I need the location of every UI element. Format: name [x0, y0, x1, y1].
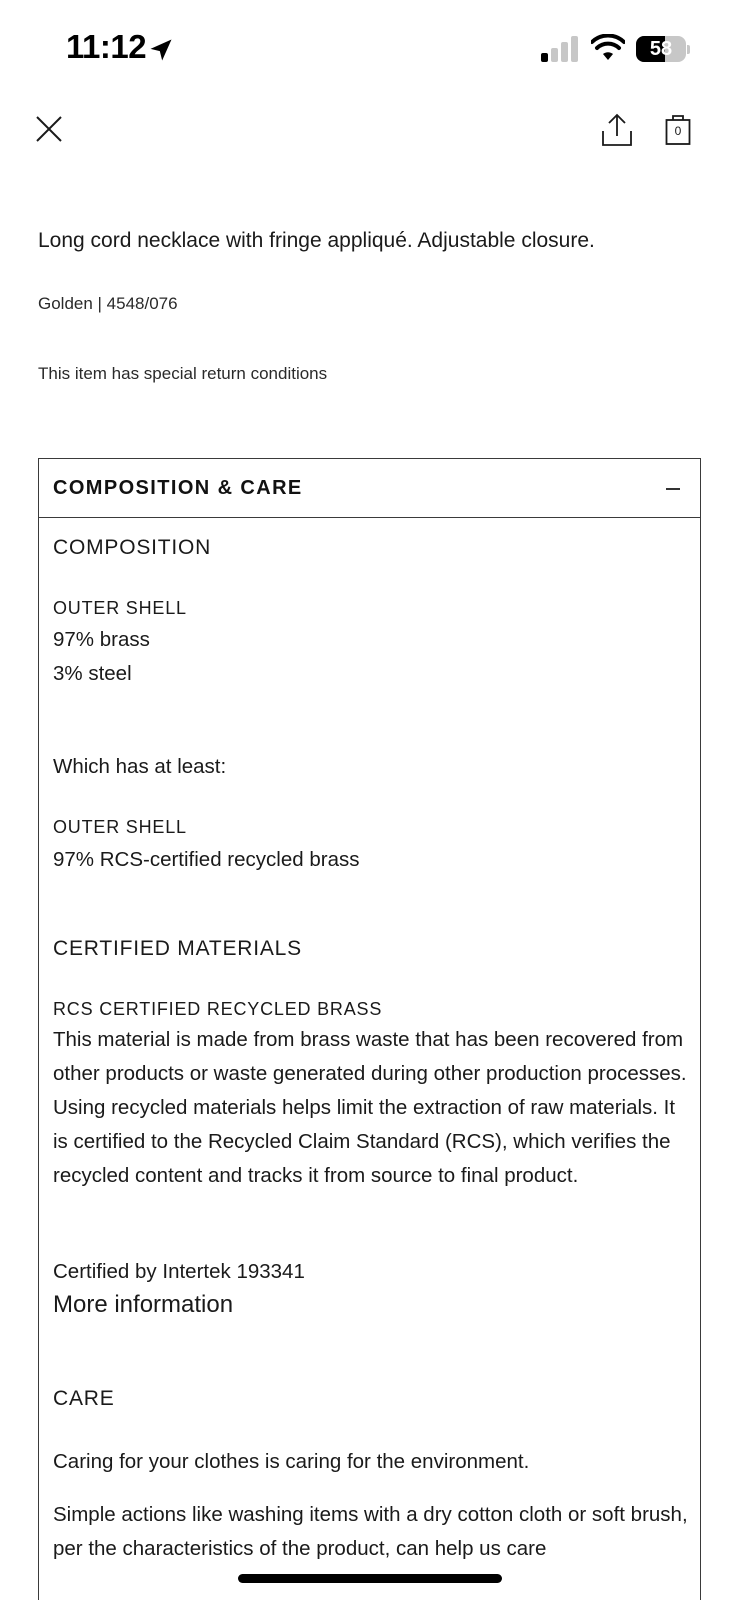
- outer-shell-label-2: OUTER SHELL: [53, 817, 187, 837]
- certified-materials-heading: CERTIFIED MATERIALS: [53, 937, 302, 960]
- battery-indicator: 58: [636, 36, 690, 62]
- home-indicator[interactable]: [238, 1574, 502, 1583]
- care-text: Simple actions like washing items with a…: [53, 1503, 688, 1560]
- accordion-title: COMPOSITION & CARE: [53, 477, 303, 499]
- recycled-material-line: 97% RCS-certified recycled brass: [53, 848, 360, 871]
- accordion-header[interactable]: COMPOSITION & CARE: [39, 459, 700, 518]
- status-bar: 11:12 58: [0, 0, 739, 100]
- more-information-link[interactable]: More information: [53, 1291, 233, 1319]
- certified-material-description: This material is made from brass waste t…: [53, 1028, 687, 1187]
- at-least-label: Which has at least:: [53, 755, 227, 778]
- battery-level: 58: [649, 38, 673, 60]
- product-color-reference: Golden | 4548/076: [38, 294, 178, 313]
- battery-body: 58: [636, 36, 686, 62]
- cellular-signal-icon: [541, 36, 578, 62]
- bag-count: 0: [674, 124, 682, 138]
- battery-cap: [687, 45, 690, 54]
- certified-material-label: RCS CERTIFIED RECYCLED BRASS: [53, 999, 383, 1019]
- outer-shell-label: OUTER SHELL: [53, 598, 187, 618]
- share-icon[interactable]: [600, 112, 634, 148]
- product-description: Long cord necklace with fringe appliqué.…: [38, 229, 595, 252]
- care-heading: CARE: [53, 1387, 115, 1410]
- composition-heading: COMPOSITION: [53, 536, 212, 559]
- composition-care-accordion: COMPOSITION & CARE COMPOSITION OUTER SHE…: [38, 458, 701, 1600]
- care-intro: Caring for your clothes is caring for th…: [53, 1450, 530, 1473]
- material-line: 97% brass: [53, 628, 150, 651]
- status-time: 11:12: [66, 28, 147, 65]
- wifi-icon: [591, 34, 625, 60]
- close-icon[interactable]: [32, 112, 66, 146]
- shopping-bag-button[interactable]: 0: [665, 114, 691, 146]
- certified-by: Certified by Intertek 193341: [53, 1260, 305, 1283]
- collapse-minus-icon[interactable]: [666, 488, 680, 490]
- location-arrow-icon: [150, 39, 172, 61]
- material-line: 3% steel: [53, 662, 132, 685]
- return-conditions-note[interactable]: This item has special return conditions: [38, 364, 327, 384]
